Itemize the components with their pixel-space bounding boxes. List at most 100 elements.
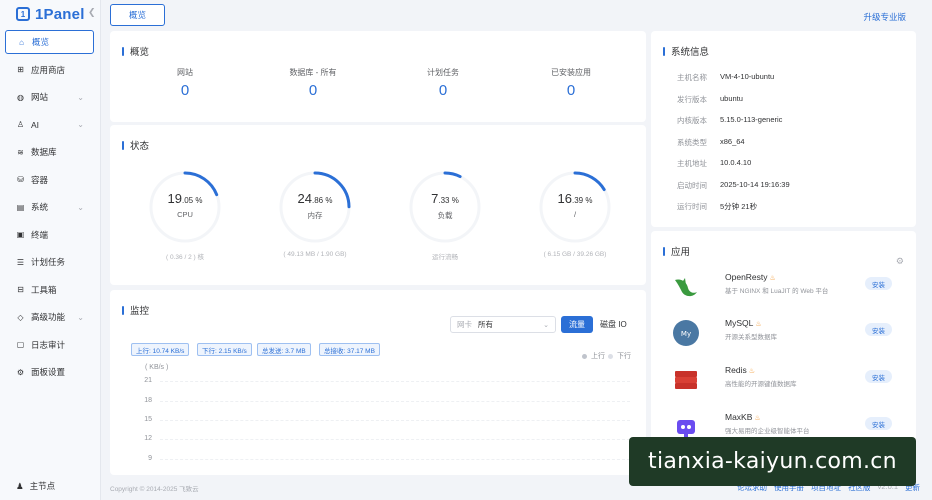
legend-upload[interactable]: 上行 (582, 351, 605, 361)
sidebar-item-10[interactable]: ◇ 高级功能 ⌄ (5, 305, 94, 329)
terminal-icon: ▣ (16, 230, 25, 239)
sysinfo-card: 系统信息 (651, 31, 916, 227)
sysinfo-row: 内核版本 5.15.0-113-generic (677, 115, 782, 126)
svg-text:My: My (681, 330, 691, 338)
stat-value: 0 (566, 82, 576, 99)
sidebar-item-label: 终端 (31, 229, 49, 240)
sidebar-item-7[interactable]: ▣ 终端 (5, 223, 94, 247)
app-name[interactable]: OpenResty ♨ (725, 272, 776, 282)
copyright: Copyright © 2014-2025 飞致云 (110, 486, 199, 493)
gauge-unit: % (325, 196, 333, 205)
gauge-dec: .33 (438, 196, 450, 205)
gauge-detail: ( 49.13 MB / 1.90 GB) (283, 251, 347, 258)
app-name-text: MySQL (725, 318, 754, 328)
total-sent-chip: 总发送: 3.7 MB (257, 343, 311, 356)
hot-icon: ♨ (755, 321, 762, 328)
y-tick-label: 21 (144, 377, 152, 384)
mysql-logo: My (668, 315, 704, 351)
install-button[interactable]: 安装 (865, 323, 892, 336)
apps-settings-icon[interactable]: ⚙ (896, 256, 904, 267)
gauge-dec: .05 (181, 196, 194, 205)
app-name[interactable]: MaxKB ♨ (725, 412, 761, 422)
redis-logo-svg (675, 371, 697, 389)
gauge-label: 负载 (437, 211, 453, 220)
stat-3[interactable]: 已安装应用 0 (496, 67, 646, 99)
stat-1[interactable]: 数据库 - 所有 0 (238, 67, 388, 99)
hot-icon: ♨ (748, 368, 756, 375)
sysinfo-row: 主机地址 10.0.4.10 (677, 158, 751, 169)
network-select[interactable]: 网卡 所有 ⌄ (450, 316, 556, 333)
sidebar-item-4[interactable]: ≋ 数据库 (5, 140, 94, 164)
status-title: 状态 (122, 138, 149, 152)
task-icon: ☰ (16, 257, 25, 267)
sidebar-item-12[interactable]: ⚙ 面板设置 (5, 360, 94, 384)
node-switcher[interactable]: ♟ 主节点 (16, 480, 55, 492)
upgrade-link[interactable]: 升级专业版 (863, 11, 906, 23)
sidebar-item-0[interactable]: ⌂ 概览 (5, 30, 94, 54)
sidebar-item-8[interactable]: ☰ 计划任务 (5, 250, 94, 274)
sidebar-item-label: 计划任务 (31, 257, 66, 267)
gauge-label: / (573, 210, 577, 219)
upload-rate-chip: 上行: 10.74 KB/s (131, 343, 190, 356)
sysinfo-value: x86_64 (720, 136, 745, 146)
gauge-value: 24.86 % (275, 191, 355, 206)
sysinfo-title: 系统信息 (663, 44, 709, 58)
legend-download[interactable]: 下行 (608, 351, 631, 361)
gauge-dec: .39 (571, 196, 584, 205)
sysinfo-row: 启动时间 2025-10-14 19:16:39 (677, 180, 790, 191)
app-name-text: Redis (725, 365, 747, 375)
gauge-负载: 7.33 % 负载 (405, 167, 485, 247)
y-tick-label: 15 (144, 416, 152, 423)
app-name[interactable]: MySQL ♨ (725, 318, 762, 328)
chevron-down-icon: ⌄ (77, 92, 84, 102)
app-name[interactable]: Redis ♨ (725, 365, 755, 375)
gauge-unit: % (585, 196, 593, 205)
sidebar-collapse-icon[interactable]: ❮ (88, 7, 96, 18)
install-button[interactable]: 安装 (865, 417, 892, 430)
app-card: OpenResty ♨ 基于 NGINX 和 LuaJIT 的 Web 平台 安装 (668, 269, 908, 305)
chart-unit-label: ( KB/s ) (145, 364, 169, 371)
sidebar-item-5[interactable]: ⛁ 容器 (5, 168, 94, 192)
gridline (160, 439, 630, 440)
disk-io-button[interactable]: 磁盘 IO (600, 316, 627, 333)
legend-download-dot (608, 353, 613, 359)
sysinfo-value: ubuntu (720, 93, 743, 103)
gauge-unit: % (195, 196, 203, 205)
traffic-button[interactable]: 流量 (561, 316, 593, 333)
gauge-detail: ( 6.15 GB / 39.26 GB) (543, 251, 607, 258)
app-description: 开源关系型数据库 (725, 334, 777, 341)
sidebar-item-label: 概览 (32, 37, 50, 47)
app-name-text: OpenResty (725, 272, 768, 282)
app-store-icon: ⊞ (17, 65, 24, 74)
install-button[interactable]: 安装 (865, 370, 892, 383)
tab-overview[interactable]: 概览 (110, 4, 165, 26)
gauge-ring (409, 171, 481, 243)
apps-title: 应用 (663, 244, 690, 258)
hot-icon: ♨ (769, 275, 776, 282)
sidebar-item-1[interactable]: ⊞ 应用商店 (5, 58, 94, 82)
app-description: 基于 NGINX 和 LuaJIT 的 Web 平台 (725, 288, 829, 295)
legend-upload-dot (582, 353, 587, 359)
log-icon: ▢ (16, 340, 25, 349)
sidebar-menu: ⌂ 概览 ⊞ 应用商店 ◍ 网站 ⌄ ♙ AI ⌄ ≋ 数据库 ⛁ 容器 ▤ 系统 ⌄ ▣ 终端 ☰ 计划任务 ⊟ 工具箱 ◇… (0, 30, 100, 384)
sidebar-item-6[interactable]: ▤ 系统 ⌄ (5, 195, 94, 219)
sysinfo-row: 系统类型 x86_64 (677, 137, 745, 148)
sidebar-item-3[interactable]: ♙ AI ⌄ (5, 113, 94, 137)
gauge-value: 19.05 % (145, 191, 225, 206)
sidebar-item-11[interactable]: ▢ 日志审计 (5, 333, 94, 357)
sidebar-item-label: 系统 (31, 202, 49, 212)
brand-logo[interactable]: 1 1Panel (0, 0, 100, 28)
y-tick-label: 9 (148, 455, 152, 462)
sidebar-item-label: 面板设置 (31, 367, 66, 377)
sidebar-item-label: 数据库 (31, 147, 57, 157)
gridline (160, 381, 630, 382)
sidebar-item-9[interactable]: ⊟ 工具箱 (5, 278, 94, 302)
database-icon: ≋ (17, 147, 24, 157)
gauge-track (409, 171, 481, 243)
install-button[interactable]: 安装 (865, 277, 892, 290)
gauge-/: 16.39 % / (535, 167, 615, 247)
sysinfo-value: 2025-10-14 19:16:39 (720, 179, 790, 189)
sidebar-item-2[interactable]: ◍ 网站 ⌄ (5, 85, 94, 109)
app-card: Redis ♨ 高性能的开源键值数据库 安装 (668, 362, 908, 398)
sysinfo-value: 10.0.4.10 (720, 158, 752, 167)
